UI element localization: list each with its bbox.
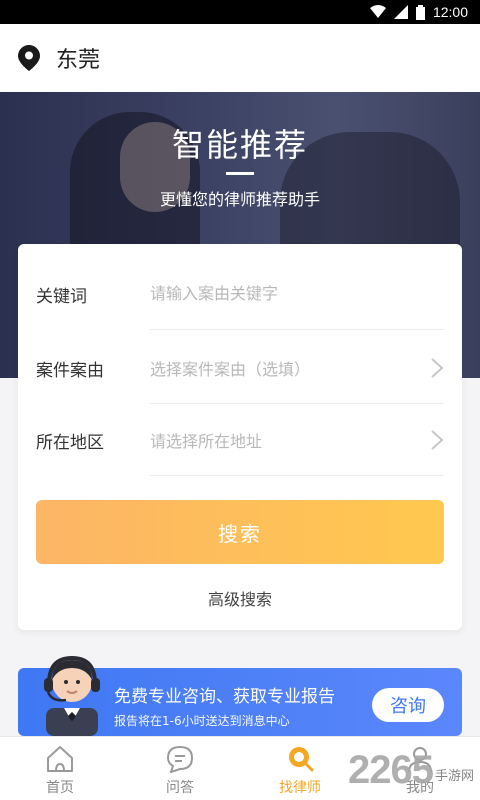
advanced-search-link[interactable]: 高级搜索: [18, 586, 462, 610]
case-type-select[interactable]: 选择案件案由（选填）: [150, 332, 444, 404]
consult-button[interactable]: 咨询: [372, 688, 444, 722]
keyword-label: 关键词: [36, 286, 87, 307]
tab-qa-label: 问答: [166, 780, 194, 796]
case-type-label: 案件案由: [36, 360, 104, 381]
wifi-icon: [369, 5, 386, 18]
tab-find-lawyer-label: 找律师: [279, 780, 321, 796]
keyword-field-wrap: [150, 258, 444, 330]
case-type-row[interactable]: 案件案由 选择案件案由（选填）: [36, 332, 444, 404]
qa-icon: [166, 745, 194, 773]
search-button[interactable]: 搜索: [36, 500, 444, 564]
location-pin-icon: [18, 45, 40, 71]
watermark-number: 2265: [348, 748, 434, 792]
city-name[interactable]: 东莞: [56, 42, 100, 74]
consult-banner[interactable]: 免费专业咨询、获取专业报告 报告将在1-6小时送达到消息中心 咨询: [18, 655, 462, 736]
tab-qa[interactable]: 问答: [120, 737, 240, 800]
watermark: 2265 手游网: [348, 748, 474, 793]
banner-title: 免费专业咨询、获取专业报告: [114, 687, 335, 707]
status-bar: 12:00: [0, 0, 480, 24]
watermark-text: 手游网: [434, 769, 474, 784]
battery-icon: [415, 4, 425, 20]
hero-divider: [226, 172, 254, 175]
region-placeholder: 请选择所在地址: [150, 431, 263, 451]
tab-find-lawyer[interactable]: 找律师: [240, 737, 360, 800]
banner-subtitle: 报告将在1-6小时送达到消息中心: [114, 714, 290, 728]
location-bar[interactable]: 东莞: [0, 24, 480, 92]
keyword-input[interactable]: [150, 284, 444, 303]
search-icon: [289, 747, 314, 772]
region-label: 所在地区: [36, 432, 104, 453]
chevron-right-icon: [431, 430, 444, 450]
hero-subtitle: 更懂您的律师推荐助手: [159, 190, 320, 209]
search-card: 关键词 案件案由 选择案件案由（选填） 所在地区 请选择所在地址 搜索 高级搜索: [18, 244, 462, 630]
home-icon: [47, 746, 73, 772]
hero-title: 智能推荐: [171, 126, 308, 164]
region-row[interactable]: 所在地区 请选择所在地址: [36, 404, 444, 476]
customer-service-agent-icon: [44, 655, 100, 736]
tab-home[interactable]: 首页: [0, 737, 120, 800]
keyword-row: 关键词: [36, 258, 444, 330]
region-select[interactable]: 请选择所在地址: [150, 404, 444, 476]
chevron-right-icon: [431, 358, 444, 378]
status-time: 12:00: [432, 4, 468, 20]
tab-home-label: 首页: [46, 780, 74, 796]
signal-icon: [393, 5, 408, 19]
case-type-placeholder: 选择案件案由（选填）: [150, 359, 311, 379]
